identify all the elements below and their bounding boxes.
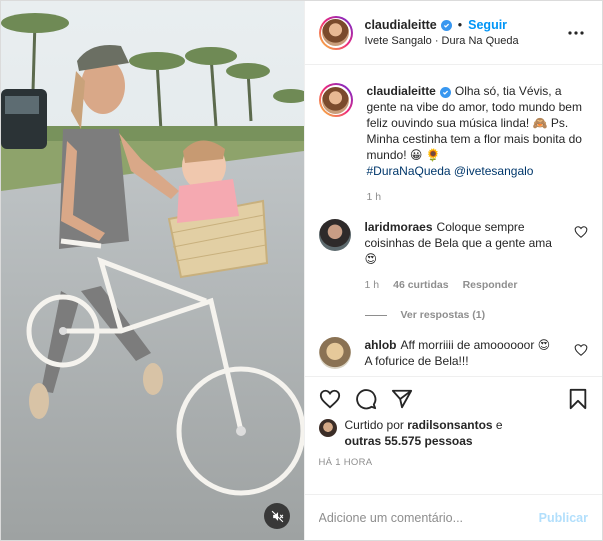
comment-time: 1 h xyxy=(364,279,380,291)
audio-track[interactable]: Ivete Sangalo · Dura Na Queda xyxy=(365,35,565,47)
caption-username[interactable]: claudialeitte xyxy=(367,84,436,98)
post-header: claudialeitte • Seguir Ivete Sangalo · D… xyxy=(304,1,602,65)
liker-avatar[interactable] xyxy=(318,419,337,437)
likes-prefix: Curtido por xyxy=(344,418,404,432)
caption: claudialeitte Olha só, tia Vévis, a gente… xyxy=(318,83,589,205)
commenter-avatar[interactable] xyxy=(318,219,351,251)
post-details: claudialeitte • Seguir Ivete Sangalo · D… xyxy=(303,1,603,540)
caption-avatar[interactable] xyxy=(318,83,353,117)
likes-joiner: e xyxy=(495,418,503,432)
save-button[interactable] xyxy=(568,388,588,410)
add-comment-bar: Publicar xyxy=(304,494,602,540)
comment-likes[interactable]: 46 curtidas xyxy=(393,277,448,293)
likes-count[interactable]: outras 55.575 pessoas xyxy=(345,434,473,448)
like-button[interactable] xyxy=(319,388,341,410)
liker-username[interactable]: radilsonsantos xyxy=(407,418,492,432)
comments-list[interactable]: claudialeitte Olha só, tia Vévis, a gente… xyxy=(305,65,603,376)
follow-button[interactable]: Seguir xyxy=(468,18,507,32)
caption-time: 1 h xyxy=(366,191,382,203)
reply-button[interactable]: Responder xyxy=(463,277,518,293)
post-actions: Curtido por radilsonsantos e outras 55.5… xyxy=(304,376,602,494)
replies-line xyxy=(364,314,387,316)
comment-like-heart-icon[interactable] xyxy=(574,343,588,357)
likes-summary: Curtido por radilsonsantos e outras 55.5… xyxy=(318,417,589,449)
commenter-username[interactable]: laridmoraes xyxy=(365,220,433,234)
share-button[interactable] xyxy=(391,388,413,410)
instagram-post: claudialeitte • Seguir Ivete Sangalo · D… xyxy=(0,0,603,541)
bookmark-icon xyxy=(569,388,587,410)
mute-button[interactable] xyxy=(264,503,290,529)
video-frame xyxy=(1,1,304,540)
mute-icon xyxy=(271,510,283,522)
comment-item: ahlob Aff morriiii de amoooooor 😍 A fofur… xyxy=(318,337,589,369)
verified-icon xyxy=(440,19,452,31)
share-icon xyxy=(391,389,412,409)
comment-like-heart-icon[interactable] xyxy=(574,225,588,239)
author-avatar[interactable] xyxy=(318,15,353,50)
view-replies-label: Ver respostas (1) xyxy=(400,309,486,321)
more-options-button[interactable] xyxy=(564,21,588,45)
verified-icon xyxy=(439,87,451,98)
separator-dot: • xyxy=(457,18,463,32)
commenter-username[interactable]: ahlob xyxy=(365,338,397,352)
author-username[interactable]: claudialeitte xyxy=(365,18,437,32)
more-icon xyxy=(568,30,584,35)
comment-input[interactable] xyxy=(318,510,539,525)
comment-button[interactable] xyxy=(355,388,377,410)
commenter-avatar[interactable] xyxy=(318,337,351,369)
comment-icon xyxy=(355,389,376,410)
view-replies-button[interactable]: Ver respostas (1) xyxy=(364,309,589,321)
comment-item: laridmoraes Coloque sempre coisinhas de B… xyxy=(318,219,589,293)
post-timestamp[interactable]: HÁ 1 HORA xyxy=(319,457,589,468)
post-video[interactable] xyxy=(1,1,304,540)
publish-button[interactable]: Publicar xyxy=(539,511,588,525)
hashtag-link[interactable]: #DuraNaQueda xyxy=(367,164,451,178)
mention-link[interactable]: @ivetesangalo xyxy=(454,164,534,178)
heart-icon xyxy=(319,389,340,409)
